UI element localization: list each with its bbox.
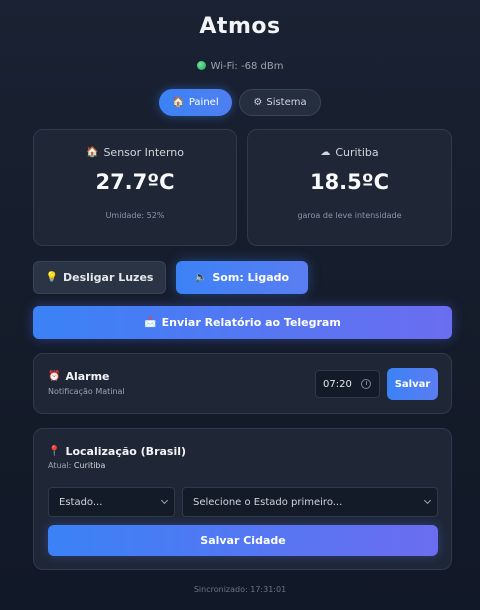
state-select-value: Estado... [59,496,103,508]
tab-sistema-label: Sistema [266,97,307,108]
sound-toggle-label: Som: Ligado [212,271,290,284]
alarm-time-value: 07:20 [323,378,352,390]
alarm-save-button[interactable]: Salvar [387,368,438,400]
current-location: Atual: Curitiba [48,461,105,470]
weather-header: ☁ Curitiba [248,146,451,159]
wifi-status: Wi-Fi: -68 dBm [0,61,480,72]
lights-toggle-label: Desligar Luzes [62,271,154,284]
indoor-sensor-title: Sensor Interno [103,146,184,159]
tab-sistema[interactable]: ⚙ Sistema [239,89,321,116]
indoor-temperature: 27.7ºC [95,170,175,194]
lights-toggle-button[interactable]: 💡 Desligar Luzes [33,261,166,294]
tab-painel-label: Painel [188,97,219,108]
alarm-clock-icon: ⏰ [48,371,61,382]
envelope-icon: 📩 [144,317,157,328]
speaker-icon: 🔈 [194,272,208,283]
sound-toggle-button[interactable]: 🔈 Som: Ligado [176,261,308,294]
current-location-prefix: Atual: [48,461,72,470]
cloud-icon: ☁ [320,147,331,158]
location-card: 📍 Localização (Brasil) Atual: Curitiba E… [33,428,452,570]
indoor-humidity: Umidade: 52% [105,211,165,220]
current-location-city: Curitiba [73,461,106,470]
wifi-status-text: Wi-Fi: -68 dBm [210,61,284,72]
gear-icon: ⚙ [253,97,263,108]
alarm-time-input[interactable]: 07:20 [315,370,380,398]
alarm-title-text: Alarme [65,370,110,383]
alarm-subtitle: Notificação Matinal [48,387,125,396]
weather-temperature: 18.5ºC [309,170,390,194]
save-city-button[interactable]: Salvar Cidade [48,525,438,556]
city-select[interactable]: Selecione o Estado primeiro... [182,487,438,517]
state-select[interactable]: Estado... [48,487,175,517]
sync-status: Sincronizado: 17:31:01 [193,585,287,594]
location-title-text: Localização (Brasil) [65,445,187,458]
alarm-card: ⏰ Alarme Notificação Matinal 07:20 Salva… [33,353,452,414]
lightbulb-icon: 💡 [45,272,58,283]
send-telegram-report-label: Enviar Relatório ao Telegram [161,316,341,329]
home-icon: 🏠 [172,97,185,108]
weather-card: ☁ Curitiba 18.5ºC garoa de leve intensid… [247,129,452,246]
weather-description: garoa de leve intensidade [297,211,402,220]
location-title: 📍 Localização (Brasil) [48,445,186,458]
pin-icon: 📍 [48,446,61,457]
wifi-status-icon [196,61,206,70]
city-select-value: Selecione o Estado primeiro... [193,496,343,508]
chevron-down-icon [160,496,169,505]
indoor-sensor-card: 🏠 Sensor Interno 27.7ºC Umidade: 52% [33,129,237,246]
send-telegram-report-button[interactable]: 📩 Enviar Relatório ao Telegram [33,306,452,339]
indoor-sensor-header: 🏠 Sensor Interno [34,146,236,159]
alarm-title: ⏰ Alarme [48,370,110,383]
tab-painel[interactable]: 🏠 Painel [159,89,232,116]
weather-city: Curitiba [335,146,379,159]
chevron-down-icon [423,496,432,505]
tab-bar: 🏠 Painel ⚙ Sistema [0,89,480,116]
clock-icon[interactable] [361,379,371,389]
home-icon: 🏠 [86,147,99,158]
app-title: Atmos [199,14,281,39]
